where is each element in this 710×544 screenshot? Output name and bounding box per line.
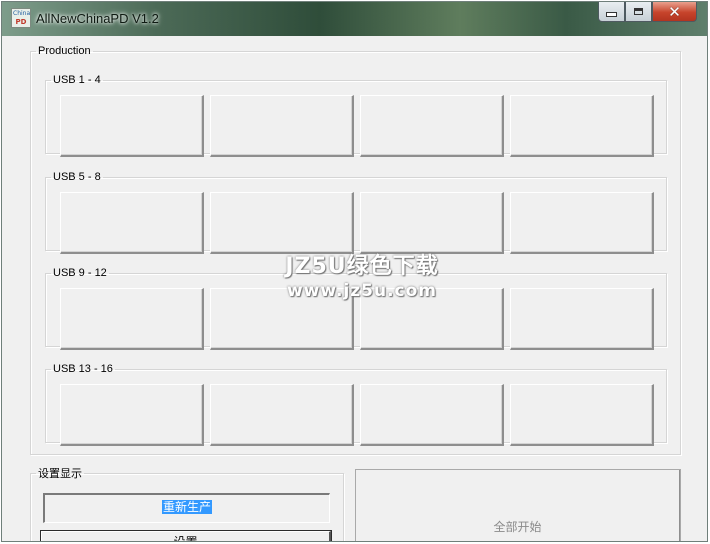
settings-display-label: 设置显示 — [38, 468, 82, 480]
usb-slot-7[interactable] — [360, 192, 504, 254]
usb-group-label: USB 13 - 16 — [53, 363, 113, 375]
usb-slot-15[interactable] — [360, 384, 504, 446]
usb-group-label: USB 5 - 8 — [53, 171, 101, 183]
settings-display-group: 设置显示 重新生产 设置 — [30, 465, 344, 541]
minimize-icon — [606, 12, 617, 17]
usb-slot-2[interactable] — [210, 95, 354, 157]
production-label: Production — [38, 45, 91, 57]
usb-slot-10[interactable] — [210, 288, 354, 350]
minimize-button[interactable] — [598, 2, 625, 22]
usb-slot-16[interactable] — [510, 384, 654, 446]
close-icon: ✕ — [668, 2, 681, 21]
status-display-text: 重新生产 — [161, 500, 212, 514]
status-display-field[interactable]: 重新生产 — [43, 493, 330, 523]
usb-group-label: USB 9 - 12 — [53, 267, 107, 279]
usb-group-5-8: USB 5 - 8 — [45, 171, 667, 254]
client-area: Production USB 1 - 4 USB 5 - 8 USB 9 - 1… — [2, 36, 707, 541]
usb-group-1-4: USB 1 - 4 — [45, 74, 667, 157]
usb-group-label: USB 1 - 4 — [53, 74, 101, 86]
close-button[interactable]: ✕ — [652, 2, 697, 22]
caption-buttons: ✕ — [598, 2, 697, 24]
app-logo-icon[interactable]: China PD — [11, 8, 31, 28]
settings-button[interactable]: 设置 — [41, 531, 331, 541]
window-title: AllNewChinaPD V1.2 — [36, 11, 159, 26]
usb-group-13-16: USB 13 - 16 — [45, 363, 667, 446]
usb-slot-3[interactable] — [360, 95, 504, 157]
maximize-button[interactable] — [625, 2, 652, 22]
usb-slot-9[interactable] — [60, 288, 204, 350]
app-window: China PD AllNewChinaPD V1.2 ✕ Production… — [1, 1, 708, 542]
usb-slot-8[interactable] — [510, 192, 654, 254]
usb-slot-5[interactable] — [60, 192, 204, 254]
usb-slot-13[interactable] — [60, 384, 204, 446]
usb-slot-11[interactable] — [360, 288, 504, 350]
usb-slot-6[interactable] — [210, 192, 354, 254]
usb-slot-14[interactable] — [210, 384, 354, 446]
title-bar[interactable]: China PD AllNewChinaPD V1.2 ✕ — [2, 2, 707, 36]
usb-group-9-12: USB 9 - 12 — [45, 267, 667, 350]
usb-slot-12[interactable] — [510, 288, 654, 350]
production-group: Production USB 1 - 4 USB 5 - 8 USB 9 - 1… — [30, 45, 681, 455]
usb-slot-1[interactable] — [60, 95, 204, 157]
maximize-icon — [634, 8, 643, 15]
usb-slot-4[interactable] — [510, 95, 654, 157]
start-all-button[interactable]: 全部开始 — [355, 469, 681, 541]
